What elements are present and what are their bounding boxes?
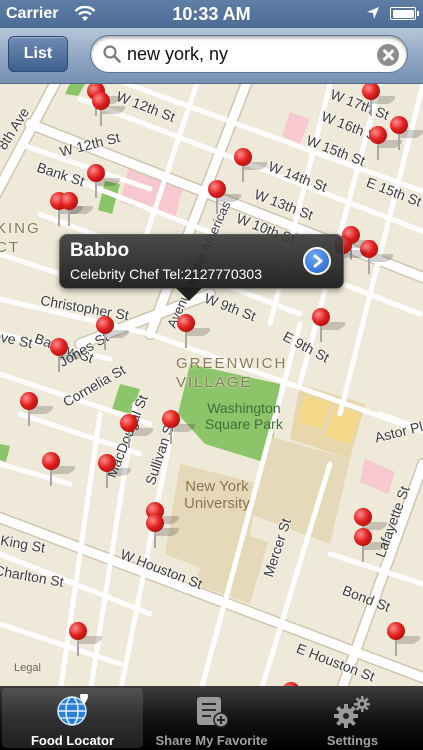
restaurant-pin[interactable]: [234, 148, 270, 182]
list-button[interactable]: List: [8, 36, 68, 72]
search-icon: [103, 45, 121, 63]
university-label-line: University: [184, 495, 250, 512]
clock: 10:33 AM: [172, 4, 251, 24]
gears-icon: [334, 696, 370, 728]
area-label: KING: [0, 220, 41, 237]
restaurant-pin[interactable]: [60, 192, 96, 226]
restaurant-pin[interactable]: [369, 126, 405, 160]
area-label: CT: [0, 239, 20, 256]
university-label-line: New York: [185, 478, 249, 495]
restaurant-pin[interactable]: [390, 116, 423, 150]
restaurant-pin[interactable]: [177, 314, 213, 348]
clear-search-icon[interactable]: [377, 44, 399, 66]
tab-share-my-favorite[interactable]: Share My Favorite: [141, 688, 282, 748]
restaurant-pin[interactable]: [20, 392, 56, 426]
restaurant-pin[interactable]: [92, 92, 128, 126]
restaurant-pin[interactable]: [162, 410, 198, 444]
status-bar: Carrier 10:33 AM: [0, 0, 423, 28]
chevron-right-icon: [313, 254, 323, 268]
restaurant-pin[interactable]: [42, 452, 78, 486]
restaurant-pin[interactable]: [120, 414, 156, 448]
university-label: New York University: [184, 478, 250, 512]
tab-label: Share My Favorite: [155, 733, 268, 748]
search-input[interactable]: new york, ny: [90, 35, 408, 73]
battery-icon: [390, 7, 419, 20]
search-query: new york, ny: [127, 44, 229, 64]
restaurant-pin[interactable]: [146, 514, 182, 548]
tab-food-locator[interactable]: Food Locator: [2, 688, 143, 748]
legal-link[interactable]: Legal: [14, 662, 41, 674]
restaurant-pin[interactable]: [354, 528, 390, 562]
restaurant-callout[interactable]: Babbo Celebrity Chef Tel:2127770303: [59, 234, 344, 301]
park-label-line: Square Park: [205, 416, 283, 432]
restaurant-pin[interactable]: [96, 316, 132, 350]
tab-bar: Food Locator Share My Favorite Settings: [0, 686, 423, 750]
tab-label: Food Locator: [30, 733, 115, 748]
callout-subtitle: Celebrity Chef Tel:2127770303: [70, 266, 262, 282]
location-arrow-icon: [367, 7, 379, 19]
restaurant-pin[interactable]: [362, 84, 398, 116]
search-bar: List new york, ny: [0, 28, 423, 84]
restaurant-pin[interactable]: [312, 308, 348, 342]
restaurant-pin[interactable]: [208, 180, 244, 214]
restaurant-pin[interactable]: [387, 622, 423, 656]
restaurant-pin[interactable]: [360, 240, 396, 274]
map-view[interactable]: W 12th St W 12th St Bank St W 17th St W …: [0, 84, 423, 686]
detail-disclosure-button[interactable]: [303, 247, 331, 275]
tab-label: Settings: [326, 733, 379, 748]
restaurant-pin[interactable]: [50, 338, 86, 372]
park-label: Washington Square Park: [205, 400, 283, 432]
restaurant-pin[interactable]: [98, 454, 134, 488]
restaurant-pin[interactable]: [69, 622, 105, 656]
neighborhood-label: GREENWICH VILLAGE: [176, 355, 288, 391]
restaurant-pin[interactable]: [87, 164, 123, 198]
share-list-icon: [197, 697, 229, 728]
callout-title: Babbo: [70, 240, 130, 261]
park-label-line: Washington: [207, 400, 281, 416]
tab-settings[interactable]: Settings: [282, 688, 423, 748]
globe-icon: [57, 694, 88, 726]
